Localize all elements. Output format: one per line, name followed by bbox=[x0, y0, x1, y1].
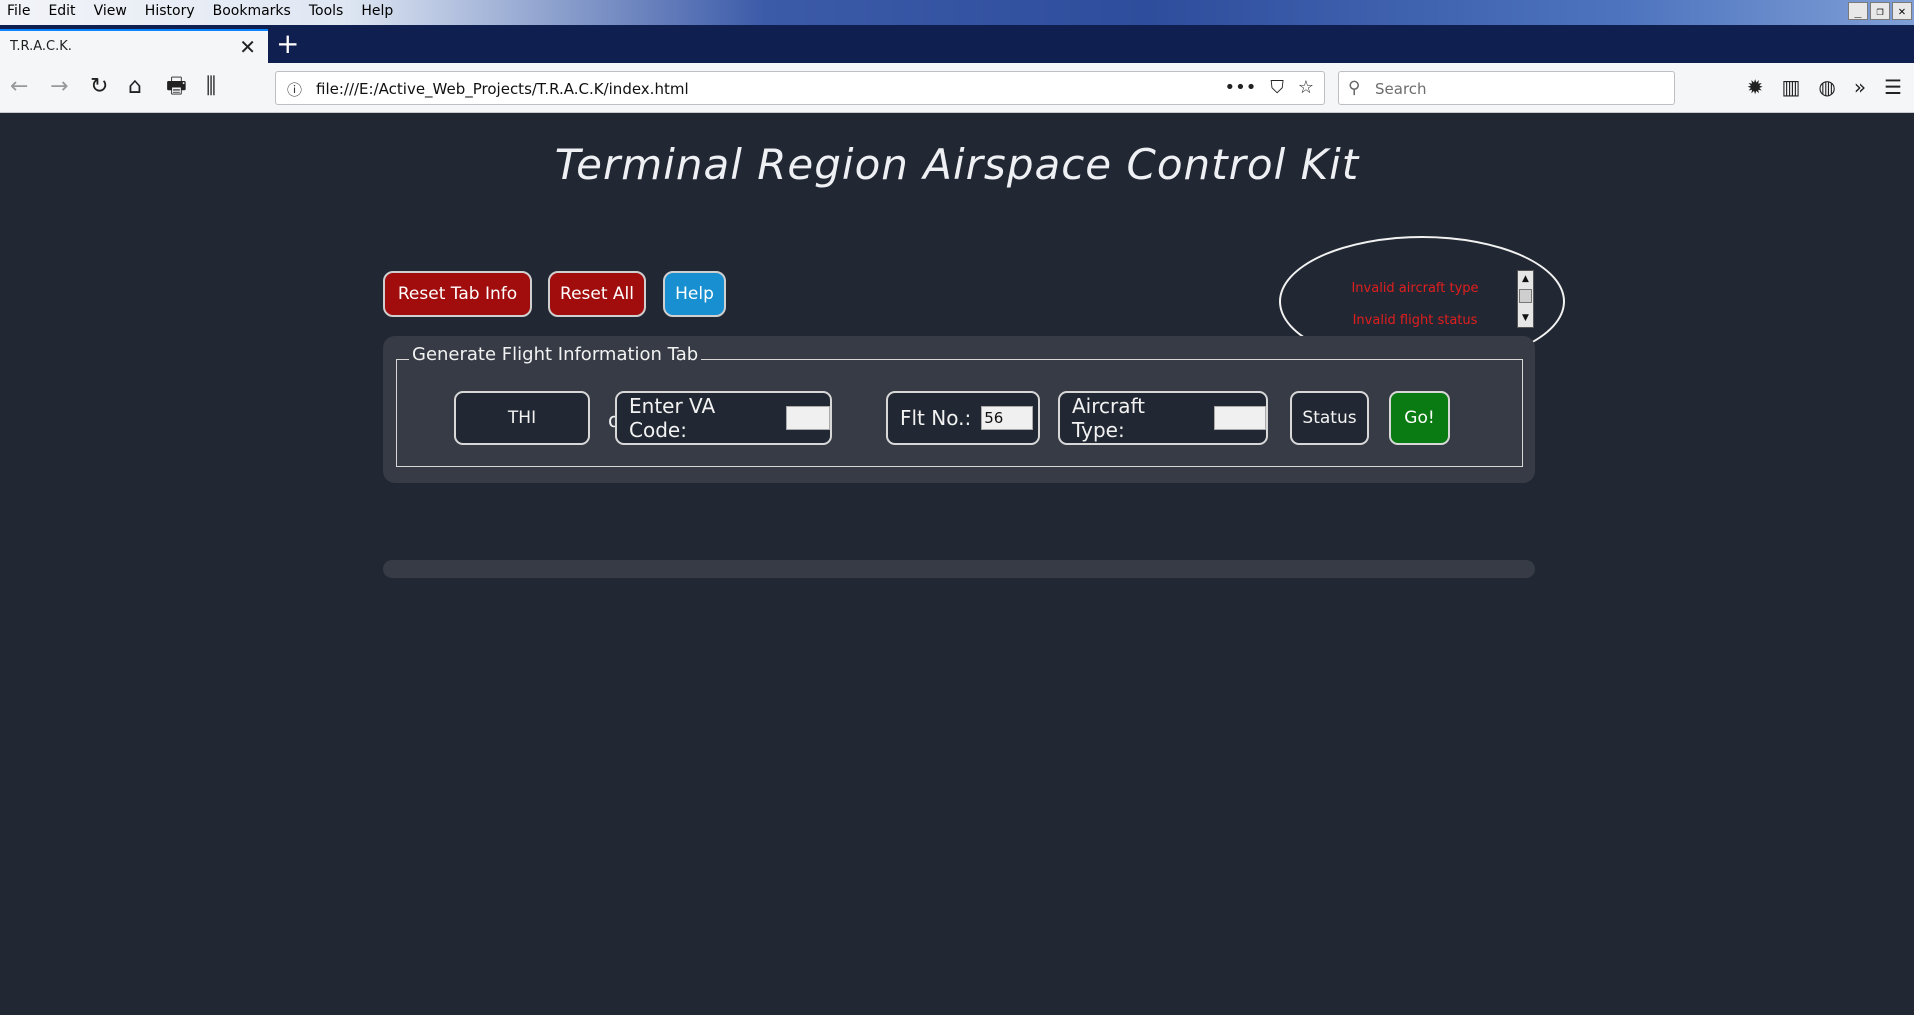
window-controls: _ ❐ ✕ bbox=[1848, 2, 1912, 20]
scroll-up-icon[interactable]: ▲ bbox=[1519, 273, 1532, 285]
sidebar-icon[interactable]: ▥ bbox=[1781, 75, 1800, 99]
aircraft-type-label: Aircraft Type: bbox=[1072, 394, 1146, 442]
url-bar[interactable]: ⓘ file:///E:/Active_Web_Projects/T.R.A.C… bbox=[275, 71, 1325, 105]
library-icon[interactable]: ⫼ bbox=[206, 76, 216, 98]
menu-edit[interactable]: Edit bbox=[39, 3, 84, 19]
extension-icon[interactable]: ◍ bbox=[1818, 75, 1835, 99]
go-button[interactable]: Go! bbox=[1389, 391, 1450, 445]
overflow-icon[interactable]: » bbox=[1854, 75, 1866, 99]
va-code-label: Enter VA Code: bbox=[629, 394, 716, 442]
menu-file[interactable]: File bbox=[4, 3, 39, 19]
site-info-icon[interactable]: ⓘ bbox=[287, 79, 302, 100]
tab-strip: T.R.A.C.K. ✕ + bbox=[0, 25, 1914, 63]
search-icon: ⚲ bbox=[1348, 78, 1361, 98]
nav-toolbar: ← → ↻ ⌂ 🖶 ⫼ ⓘ file:///E:/Active_Web_Proj… bbox=[0, 63, 1914, 113]
url-actions: ••• ⛉ ☆ bbox=[1225, 77, 1315, 98]
menu-help[interactable]: Help bbox=[352, 3, 402, 19]
menu-tools[interactable]: Tools bbox=[300, 3, 353, 19]
help-button[interactable]: Help bbox=[663, 271, 726, 317]
page-title: Terminal Region Airspace Control Kit bbox=[554, 140, 1360, 189]
print-icon[interactable]: 🖶 bbox=[166, 76, 187, 98]
page-actions-icon[interactable]: ••• bbox=[1225, 77, 1257, 98]
va-code-input[interactable] bbox=[786, 406, 830, 430]
scroll-thumb[interactable] bbox=[1519, 289, 1532, 303]
error-invalid-aircraft-type: Invalid aircraft type bbox=[1351, 281, 1479, 296]
status-select[interactable]: Status bbox=[1290, 391, 1369, 445]
flight-info-panel: Generate Flight Information Tab THI or E… bbox=[383, 336, 1535, 483]
airline-value: THI bbox=[507, 408, 537, 428]
reset-all-button[interactable]: Reset All bbox=[548, 271, 646, 317]
scroll-down-icon[interactable]: ▼ bbox=[1519, 312, 1532, 324]
new-tab-icon[interactable]: + bbox=[276, 29, 299, 59]
search-input[interactable] bbox=[1375, 79, 1665, 99]
generate-flight-fieldset: Generate Flight Information Tab THI or E… bbox=[396, 344, 1523, 467]
aircraft-type-input[interactable] bbox=[1214, 406, 1266, 430]
reload-icon[interactable]: ↻ bbox=[90, 76, 108, 98]
status-label: Status bbox=[1302, 408, 1357, 428]
reset-tab-info-button[interactable]: Reset Tab Info bbox=[383, 271, 532, 317]
restore-button[interactable]: ❐ bbox=[1870, 2, 1890, 20]
airline-select[interactable]: THI bbox=[454, 391, 590, 445]
close-window-button[interactable]: ✕ bbox=[1892, 2, 1912, 20]
hamburger-menu-icon[interactable]: ☰ bbox=[1884, 75, 1902, 99]
tab-title: T.R.A.C.K. bbox=[10, 39, 72, 54]
window-titlebar: File Edit View History Bookmarks Tools H… bbox=[0, 0, 1914, 25]
flight-number-input[interactable] bbox=[981, 406, 1034, 430]
pocket-icon[interactable]: ⛉ bbox=[1270, 77, 1284, 98]
flight-number-label: Flt No.: bbox=[900, 406, 972, 430]
search-bar[interactable]: ⚲ bbox=[1338, 71, 1675, 105]
home-icon[interactable]: ⌂ bbox=[128, 76, 142, 98]
menu-history[interactable]: History bbox=[136, 3, 204, 19]
va-code-group: Enter VA Code: bbox=[615, 391, 832, 445]
error-list-scrollbar[interactable]: ▲ ▼ bbox=[1517, 270, 1534, 328]
settings-icon[interactable]: ✹ bbox=[1747, 75, 1764, 99]
fieldset-legend: Generate Flight Information Tab bbox=[409, 344, 702, 365]
forward-icon[interactable]: → bbox=[50, 76, 68, 98]
output-area bbox=[383, 560, 1535, 578]
toolbar-icons: ✹ ▥ ◍ » ☰ bbox=[1747, 75, 1902, 99]
bookmark-star-icon[interactable]: ☆ bbox=[1298, 77, 1314, 98]
menu-bookmarks[interactable]: Bookmarks bbox=[204, 3, 300, 19]
flight-number-group: Flt No.: bbox=[886, 391, 1040, 445]
error-invalid-flight-status: Invalid flight status bbox=[1352, 313, 1478, 328]
close-tab-icon[interactable]: ✕ bbox=[239, 35, 256, 59]
menu-bar: File Edit View History Bookmarks Tools H… bbox=[4, 3, 402, 19]
minimize-button[interactable]: _ bbox=[1848, 2, 1868, 20]
aircraft-type-group: Aircraft Type: bbox=[1058, 391, 1268, 445]
back-icon[interactable]: ← bbox=[10, 76, 28, 98]
browser-tab[interactable]: T.R.A.C.K. ✕ bbox=[0, 29, 268, 63]
url-text[interactable]: file:///E:/Active_Web_Projects/T.R.A.C.K… bbox=[316, 80, 689, 98]
menu-view[interactable]: View bbox=[85, 3, 136, 19]
